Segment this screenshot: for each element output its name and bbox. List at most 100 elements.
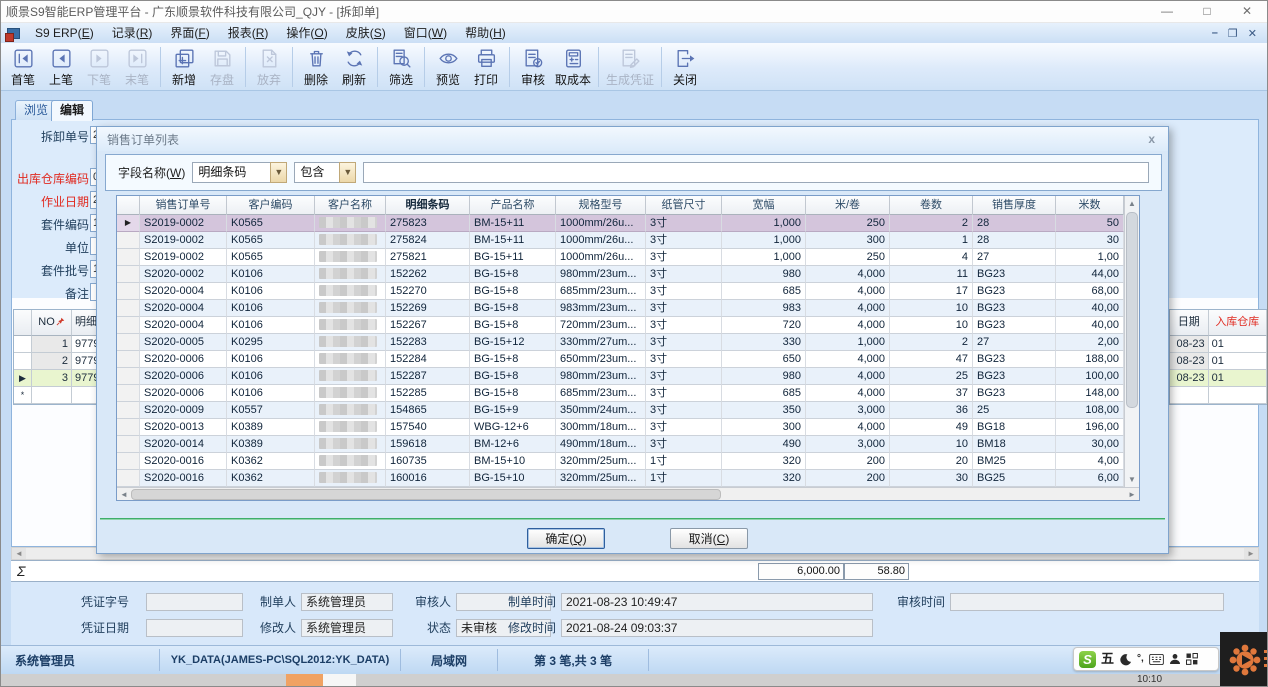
chevron-down-icon[interactable]: ▼ [270, 162, 287, 183]
scroll-right-icon[interactable]: ► [1244, 548, 1258, 559]
mdi-minimize-icon[interactable]: – [1212, 27, 1218, 40]
left-grid-row[interactable]: 297792 [14, 353, 99, 370]
ime-logo-icon[interactable]: S [1079, 651, 1096, 668]
toolbar-preview-button[interactable]: 预览 [429, 44, 467, 89]
menu-item-窗口[interactable]: 窗口(W) [395, 23, 456, 43]
right-grid-row[interactable] [1170, 387, 1267, 404]
column-header-入库仓库[interactable]: 入库仓库 [1209, 310, 1267, 336]
scroll-up-icon[interactable]: ▲ [1125, 196, 1139, 211]
ime-moon-icon[interactable] [1119, 653, 1132, 666]
table-row[interactable]: S2020-0002K0106152262BG-15+8980mm/23um..… [117, 266, 1124, 283]
table-row[interactable]: S2020-0009K0557154865BG-15+9350mm/24um..… [117, 402, 1124, 419]
column-header-卷数[interactable]: 卷数 [890, 196, 973, 215]
column-header-selector[interactable] [14, 310, 32, 336]
left-grid-row[interactable]: * [14, 387, 99, 404]
ok-button[interactable]: 确定(Q) [527, 528, 605, 549]
vscroll-thumb[interactable] [1126, 212, 1138, 408]
toolbar-add-button[interactable]: 新增 [165, 44, 203, 89]
toolbar-first-button[interactable]: 首笔 [4, 44, 42, 89]
dialog-close-icon[interactable]: x [1145, 132, 1158, 146]
menu-item-界面[interactable]: 界面(F) [161, 23, 218, 43]
ime-keyboard-icon[interactable] [1149, 654, 1164, 665]
table-row[interactable]: S2020-0014K0389159618BM-12+6490mm/18um..… [117, 436, 1124, 453]
column-header-明细条码[interactable]: 明细条码 [72, 310, 99, 336]
table-row[interactable]: S2020-0013K0389157540WBG-12+6300mm/18um.… [117, 419, 1124, 436]
filter-value-input[interactable] [363, 162, 1149, 183]
scroll-left-icon[interactable]: ◄ [12, 548, 26, 559]
table-row[interactable]: ▶S2019-0002K0565275823BM-15+111000mm/26u… [117, 215, 1124, 232]
close-icon[interactable]: ✕ [1227, 1, 1267, 22]
cancel-button[interactable]: 取消(C) [670, 528, 748, 549]
column-header-日期[interactable]: 日期 [1170, 310, 1209, 336]
toolbar-cost-button[interactable]: 取成本 [552, 44, 594, 89]
column-header-纸管尺寸[interactable]: 纸管尺寸 [646, 196, 722, 215]
menu-item-s9erp[interactable]: S9 ERP(E) [26, 23, 103, 43]
maximize-icon[interactable]: □ [1187, 1, 1227, 22]
ime-wubi-icon[interactable]: 五 [1101, 648, 1114, 670]
scroll-left-icon[interactable]: ◄ [117, 488, 131, 501]
toolbar-filter-button[interactable]: 筛选 [382, 44, 420, 89]
table-row[interactable]: S2019-0002K0565275821BG-15+111000mm/26u.… [117, 249, 1124, 266]
column-header-宽幅[interactable]: 宽幅 [722, 196, 806, 215]
table-row[interactable]: S2020-0016K0362160735BM-15+10320mm/25um.… [117, 453, 1124, 470]
table-vertical-scrollbar[interactable]: ▲ ▼ [1124, 196, 1139, 487]
toolbar-trash-button[interactable]: 删除 [297, 44, 335, 89]
taskbar-item[interactable] [323, 674, 356, 687]
toolbar-exit-button[interactable]: 关闭 [666, 44, 704, 89]
column-header-明细条码[interactable]: 明细条码 [386, 196, 470, 215]
right-grid-row[interactable]: 08-2301 [1170, 370, 1267, 387]
row-selector [117, 334, 140, 351]
column-header-规格型号[interactable]: 规格型号 [556, 196, 646, 215]
column-header-客户编码[interactable]: 客户编码 [227, 196, 315, 215]
table-row[interactable]: S2020-0006K0106152285BG-15+8685mm/23um..… [117, 385, 1124, 402]
column-header-销售订单号[interactable]: 销售订单号 [140, 196, 227, 215]
toolbar-prev-button[interactable]: 上笔 [42, 44, 80, 89]
taskbar-item-active[interactable] [286, 674, 323, 687]
table-row[interactable]: S2019-0002K0565275824BM-15+111000mm/26u.… [117, 232, 1124, 249]
cell-米数: 100,00 [1056, 368, 1124, 385]
table-row[interactable]: S2020-0004K0106152270BG-15+8685mm/23um..… [117, 283, 1124, 300]
scroll-down-icon[interactable]: ▼ [1125, 472, 1139, 487]
column-header-米/卷[interactable]: 米/卷 [806, 196, 890, 215]
ime-punct-icon[interactable]: °, [1137, 648, 1144, 670]
left-grid-row[interactable]: ▶397792 [14, 370, 99, 387]
operator-combo[interactable]: 包含 ▼ [294, 162, 356, 183]
table-horizontal-scrollbar[interactable]: ◄ ► [117, 487, 1139, 501]
overlay-app-tile[interactable] [1220, 632, 1268, 687]
table-row[interactable]: S2020-0004K0106152267BG-15+8720mm/23um..… [117, 317, 1124, 334]
column-header-selector[interactable] [117, 196, 140, 215]
mdi-close-icon[interactable]: ✕ [1248, 27, 1257, 40]
table-row[interactable]: S2020-0005K0295152283BG-15+12330mm/27um.… [117, 334, 1124, 351]
table-row[interactable]: S2020-0006K0106152284BG-15+8650mm/23um..… [117, 351, 1124, 368]
field-name-combo[interactable]: 明细条码 ▼ [192, 162, 287, 183]
table-row[interactable]: S2020-0006K0106152287BG-15+8980mm/23um..… [117, 368, 1124, 385]
scroll-right-icon[interactable]: ► [1125, 488, 1139, 501]
table-row[interactable]: S2020-0016K0362160016BG-15+10320mm/25um.… [117, 470, 1124, 487]
chevron-down-icon[interactable]: ▼ [339, 162, 356, 183]
column-header-米数[interactable]: 米数 [1056, 196, 1124, 215]
toolbar-print-button[interactable]: 打印 [467, 44, 505, 89]
right-grid-row[interactable]: 08-2301 [1170, 336, 1267, 353]
column-header-销售厚度[interactable]: 销售厚度 [973, 196, 1056, 215]
minimize-icon[interactable]: — [1147, 1, 1187, 22]
table-row[interactable]: S2020-0004K0106152269BG-15+8983mm/23um..… [117, 300, 1124, 317]
mdi-restore-icon[interactable]: ❐ [1228, 27, 1238, 40]
menu-item-记录[interactable]: 记录(R) [103, 23, 162, 43]
ime-user-icon[interactable] [1169, 653, 1181, 665]
toolbar-refresh-button[interactable]: 刷新 [335, 44, 373, 89]
column-header-NO[interactable]: NO [32, 310, 72, 336]
toolbar-audit-button[interactable]: 审核 [514, 44, 552, 89]
menu-item-报表[interactable]: 报表(R) [219, 23, 278, 43]
ime-toolbox-icon[interactable] [1186, 653, 1198, 665]
dialog-titlebar[interactable]: 销售订单列表 x [97, 127, 1168, 151]
cell-明细条码: 275824 [386, 232, 470, 249]
column-header-产品名称[interactable]: 产品名称 [470, 196, 556, 215]
menu-item-操作[interactable]: 操作(O) [277, 23, 336, 43]
tab-edit[interactable]: 编辑 [51, 100, 93, 121]
left-grid-row[interactable]: 197792 [14, 336, 99, 353]
hscroll-thumb[interactable] [131, 489, 721, 500]
menu-item-皮肤[interactable]: 皮肤(S) [337, 23, 395, 43]
column-header-客户名称[interactable]: 客户名称 [315, 196, 386, 215]
right-grid-row[interactable]: 08-2301 [1170, 353, 1267, 370]
menu-item-帮助[interactable]: 帮助(H) [456, 23, 515, 43]
